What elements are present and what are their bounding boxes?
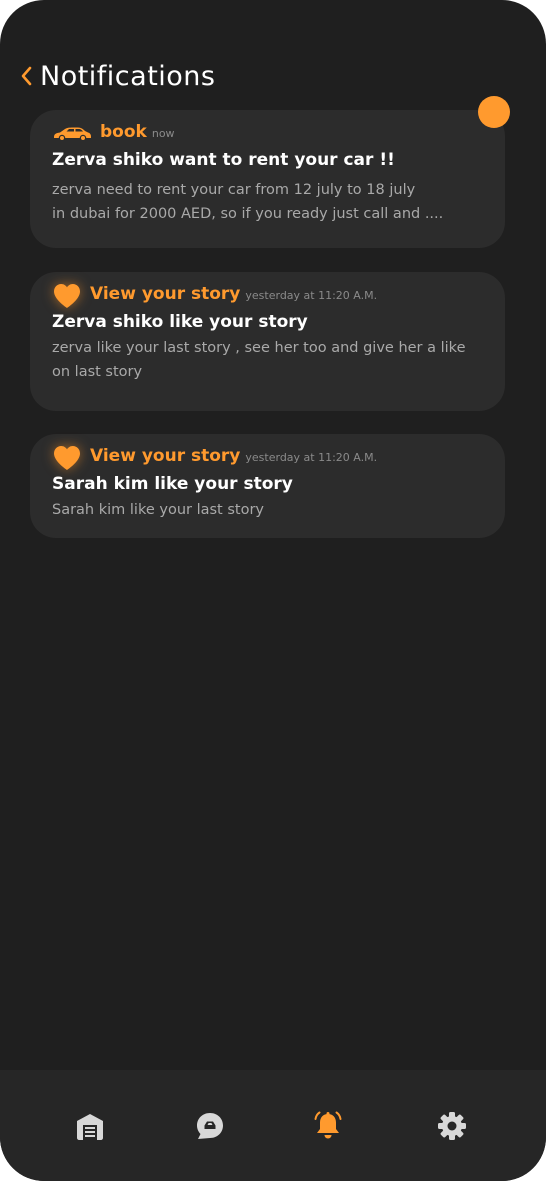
notification-title: Zerva shiko want to rent your car !! — [52, 150, 395, 170]
notification-body-line: on last story — [52, 364, 143, 380]
notification-body-line: zerva like your last story , see her too… — [52, 340, 466, 356]
chevron-left-icon — [21, 66, 32, 86]
bottom-nav — [0, 1070, 546, 1181]
page-title: Notifications — [40, 60, 216, 92]
notification-card-story-like[interactable]: View your story yesterday at 11:20 A.M. … — [30, 434, 505, 538]
gear-icon — [438, 1112, 466, 1140]
notification-kind[interactable]: View your story — [90, 284, 240, 304]
notification-header: book now — [52, 122, 483, 146]
garage-icon — [77, 1114, 103, 1140]
notification-body-line: zerva need to rent your car from 12 july… — [52, 182, 416, 198]
notification-header: View your story yesterday at 11:20 A.M. — [52, 284, 483, 308]
notification-body: zerva like your last story , see her too… — [52, 336, 483, 384]
unread-indicator — [478, 96, 510, 128]
notification-kind: book — [100, 122, 147, 142]
chat-icon — [197, 1113, 223, 1139]
notification-body: zerva need to rent your car from 12 july… — [52, 178, 483, 226]
notification-header: View your story yesterday at 11:20 A.M. — [52, 446, 483, 470]
notification-time: yesterday at 11:20 A.M. — [245, 451, 378, 464]
notification-kind[interactable]: View your story — [90, 446, 240, 466]
notification-card-story-like[interactable]: View your story yesterday at 11:20 A.M. … — [30, 272, 505, 411]
nav-garage-button[interactable] — [74, 1110, 106, 1142]
heart-icon — [52, 444, 82, 472]
nav-notifications-button[interactable] — [312, 1110, 344, 1142]
notification-title: Sarah kim like your story — [52, 474, 293, 494]
notification-body-line: Sarah kim like your last story — [52, 502, 264, 518]
notification-time: yesterday at 11:20 A.M. — [245, 289, 378, 302]
notification-title: Zerva shiko like your story — [52, 312, 308, 332]
back-button[interactable] — [18, 64, 34, 88]
header: Notifications — [18, 56, 216, 96]
heart-icon — [52, 282, 82, 310]
notification-time: now — [151, 127, 175, 140]
nav-settings-button[interactable] — [436, 1110, 468, 1142]
bell-icon — [314, 1111, 342, 1139]
notification-body-line: in dubai for 2000 AED, so if you ready j… — [52, 206, 444, 222]
car-icon — [52, 126, 92, 142]
notifications-screen: Notifications book now Zerva shiko want … — [0, 0, 546, 1181]
nav-chat-button[interactable] — [194, 1110, 226, 1142]
notification-card-booking[interactable]: book now Zerva shiko want to rent your c… — [30, 110, 505, 248]
notification-body: Sarah kim like your last story — [52, 498, 483, 522]
